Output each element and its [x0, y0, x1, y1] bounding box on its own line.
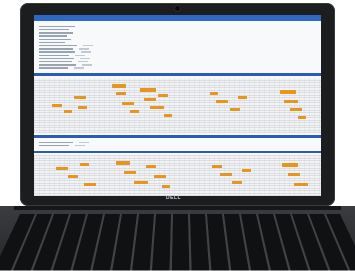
grid-highlight: [144, 98, 156, 101]
grid-highlight: [68, 175, 78, 178]
app-title-bar: [34, 15, 321, 21]
grid-highlight: [212, 165, 222, 168]
grid-highlight: [52, 104, 62, 107]
list-item: [39, 66, 159, 69]
grid-highlight: [116, 161, 130, 165]
summary-list: [39, 25, 159, 70]
laptop-screen: [34, 15, 321, 196]
grid-highlight: [230, 108, 240, 111]
grid-highlight: [298, 116, 306, 119]
grid-highlight: [280, 90, 296, 94]
grid-highlight: [74, 96, 86, 99]
grid-highlight: [116, 92, 126, 95]
grid-highlight: [238, 96, 247, 99]
summary-list: [39, 141, 119, 147]
grid-highlight: [124, 171, 136, 174]
grid-highlight: [232, 181, 242, 184]
grid-highlight: [220, 173, 232, 176]
grid-highlight: [112, 84, 126, 88]
grid-highlight: [146, 165, 156, 168]
grid-highlight: [84, 183, 96, 186]
grid-highlight: [242, 169, 251, 172]
grid-highlight: [288, 173, 300, 176]
grid-highlight: [56, 167, 68, 170]
grid-highlight: [284, 100, 298, 103]
grid-highlight: [216, 100, 228, 103]
hinge: [14, 206, 341, 210]
data-grid-panel[interactable]: [34, 155, 321, 196]
grid-highlight: [122, 102, 134, 105]
grid-highlight: [78, 106, 87, 109]
section-divider: [34, 73, 321, 76]
grid-highlight: [64, 110, 72, 113]
laptop-lid: DELL: [20, 3, 335, 206]
grid-highlight: [154, 175, 166, 178]
section-divider: [34, 151, 321, 153]
webcam-icon: [175, 6, 180, 11]
grid-highlight: [282, 163, 298, 167]
grid-highlight: [210, 92, 218, 95]
grid-highlight: [140, 88, 156, 92]
grid-highlight: [162, 185, 170, 188]
grid-highlight: [290, 108, 302, 111]
list-item: [39, 144, 119, 147]
grid-highlight: [130, 110, 139, 113]
data-grid-panel[interactable]: [34, 78, 321, 133]
grid-highlight: [134, 181, 148, 184]
keyboard-keys: [0, 214, 355, 271]
grid-highlight: [164, 114, 172, 117]
brand-logo: DELL: [166, 195, 182, 201]
grid-highlight: [294, 183, 308, 186]
section-divider: [34, 135, 321, 138]
grid-highlight: [158, 94, 168, 97]
grid-highlight: [80, 163, 89, 166]
grid-highlight: [150, 106, 164, 109]
